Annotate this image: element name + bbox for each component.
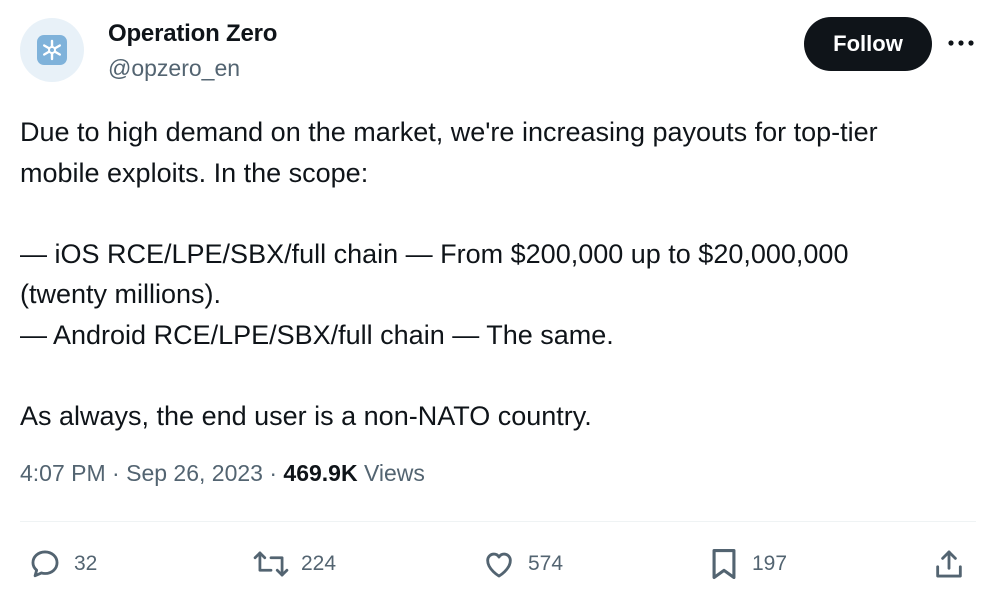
- views-count: 469.9K: [283, 460, 358, 486]
- tweet-line: — Android RCE/LPE/SBX/full chain — The s…: [20, 319, 614, 350]
- author-name[interactable]: Operation Zero: [108, 20, 277, 48]
- share-icon: [932, 547, 966, 581]
- tweet-line: mobile exploits. In the scope:: [20, 157, 369, 188]
- like-count: 574: [528, 552, 564, 575]
- author-handle[interactable]: @opzero_en: [108, 55, 240, 82]
- like-button[interactable]: 574: [482, 546, 563, 582]
- follow-button[interactable]: Follow: [804, 17, 932, 71]
- tweet-text: Due to high demand on the market, we're …: [20, 112, 980, 436]
- tweet-time[interactable]: 4:07 PM: [20, 460, 106, 486]
- bookmark-icon: [708, 547, 740, 581]
- avatar[interactable]: [20, 18, 84, 82]
- tweet-meta: 4:07 PM · Sep 26, 2023 · 469.9K Views: [20, 460, 425, 487]
- bookmark-button[interactable]: 197: [708, 546, 787, 582]
- tweet-line: As always, the end user is a non-NATO co…: [20, 400, 592, 431]
- meta-separator: ·: [269, 460, 278, 486]
- repost-count: 224: [301, 552, 337, 575]
- reply-count: 32: [74, 552, 98, 575]
- tweet-line: (twenty millions).: [20, 279, 222, 309]
- views-label: Views: [363, 460, 425, 486]
- repost-button[interactable]: 224: [253, 546, 336, 582]
- divider: [20, 521, 976, 522]
- reply-button[interactable]: 32: [28, 546, 97, 582]
- meta-separator: ·: [112, 460, 120, 486]
- reply-icon: [28, 547, 62, 581]
- repost-icon: [253, 547, 289, 581]
- heart-icon: [482, 547, 516, 581]
- tweet-line: — iOS RCE/LPE/SBX/full chain — From $200…: [20, 238, 849, 269]
- snowflake-logo-icon: [37, 35, 67, 65]
- more-horizontal-icon[interactable]: [944, 28, 978, 58]
- bookmark-count: 197: [752, 552, 788, 575]
- tweet-date[interactable]: Sep 26, 2023: [126, 460, 263, 486]
- tweet-line: Due to high demand on the market, we're …: [20, 117, 878, 147]
- share-button[interactable]: [932, 546, 966, 582]
